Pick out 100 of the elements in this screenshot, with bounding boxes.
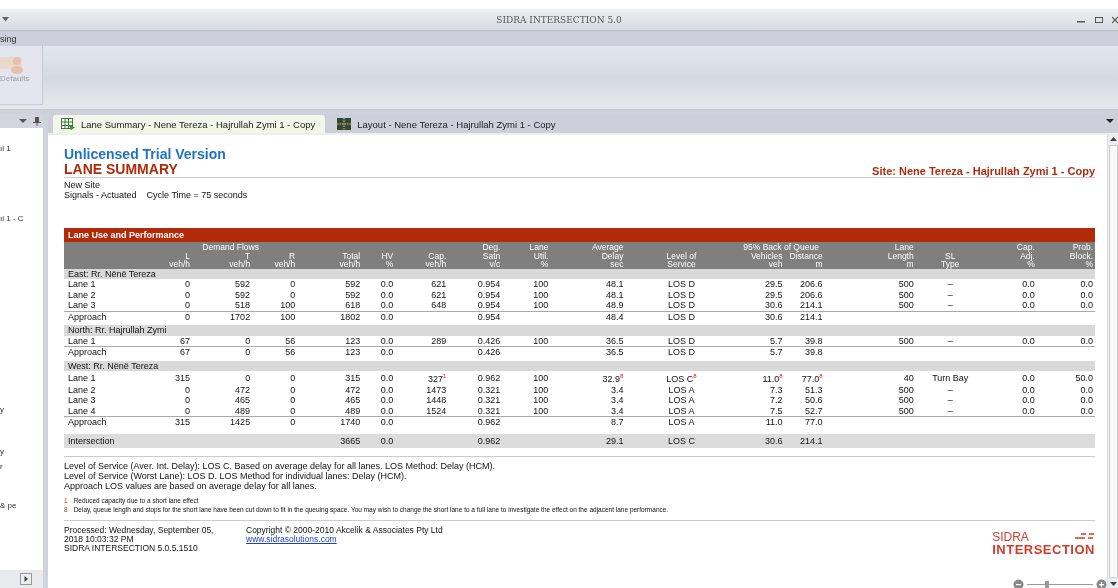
table-cell: 500 xyxy=(898,395,914,405)
table-cell: LOS A xyxy=(668,417,695,427)
table-cell: 0.0 xyxy=(380,405,394,416)
table-cell: 0.0 xyxy=(380,384,394,395)
table-cell: 0.0 xyxy=(1080,289,1093,300)
table-cell: 0.0 xyxy=(1080,279,1093,289)
row-label: Approach xyxy=(68,417,107,427)
table-cell: 40 xyxy=(903,372,914,383)
column-header: SL Type xyxy=(941,250,960,269)
table-cell: 48.4 xyxy=(605,311,624,322)
dropdown-arrow-icon[interactable] xyxy=(1106,118,1114,124)
version-text: SIDRA INTERSECTION 5.0.5.1510 xyxy=(64,543,199,553)
website-link[interactable]: www.sidrasolutions.com xyxy=(246,534,443,544)
table-cell: 0.0 xyxy=(1080,335,1093,346)
close-icon[interactable] xyxy=(1112,15,1118,24)
table-cell: 0.0 xyxy=(380,372,394,383)
dropdown-arrow-icon[interactable] xyxy=(2,17,9,22)
zoom-in-icon[interactable] xyxy=(1096,579,1107,588)
table-cell: 56 xyxy=(285,347,296,357)
scroll-right-icon[interactable] xyxy=(20,573,32,585)
scroll-up-icon[interactable] xyxy=(1108,135,1118,143)
table-cell: 315 xyxy=(175,372,191,383)
trial-version-heading: Unlicensed Trial Version xyxy=(64,146,226,162)
table-cell: LOS D xyxy=(668,311,695,322)
table-cell: 500 xyxy=(898,384,914,395)
table-cell: 67 xyxy=(180,347,191,357)
column-header: Cap. veh/h xyxy=(425,250,447,269)
road-layout-icon xyxy=(337,118,352,130)
table-cell: 0.954 xyxy=(477,289,501,300)
table-cell: – xyxy=(947,395,953,405)
table-cell: 0.0 xyxy=(380,335,394,346)
column-group-header: 95% Back of Queue xyxy=(743,242,819,252)
table-cell: LOS A xyxy=(668,384,695,395)
table-cell: 48.9 xyxy=(605,300,624,310)
table-cell: – xyxy=(947,279,953,289)
table-cell: 1740 xyxy=(340,417,361,427)
table-cell: 0.0 xyxy=(1022,335,1035,346)
table-cell: 0 xyxy=(185,384,191,395)
table-cell: 0.0 xyxy=(1080,395,1093,405)
column-header: HV % xyxy=(381,250,394,269)
table-cell: 621 xyxy=(431,279,447,289)
copyright-text: Copyright © 2000-2010 Akcelik & Associates Pty Ltd xyxy=(246,525,443,535)
table-cell: 0 xyxy=(290,417,296,427)
table-cell: 618 xyxy=(345,300,361,310)
pin-icon[interactable] xyxy=(33,116,41,126)
table-cell: 0 xyxy=(185,289,191,300)
table-cell: LOS A xyxy=(668,405,695,416)
table-cell: 0.426 xyxy=(477,347,501,357)
scroll-down-icon[interactable] xyxy=(1108,580,1118,588)
table-cell: 77.0$^{8}$ xyxy=(801,374,823,384)
table-cell: 0.0 xyxy=(1022,279,1035,289)
table-cell: 0.954 xyxy=(477,300,501,310)
zoom-out-icon[interactable] xyxy=(1013,579,1024,588)
scrollbar[interactable] xyxy=(1107,135,1118,588)
zoom-slider[interactable] xyxy=(1027,581,1093,588)
tree-item[interactable]: ıi 1 xyxy=(0,144,11,153)
window-title: SIDRA INTERSECTION 5.0 xyxy=(496,14,622,25)
table-cell: 327$^{1}$ xyxy=(427,374,447,384)
column-header: Vehicles veh xyxy=(750,250,783,269)
signal-type: Signals - Actuated xyxy=(64,190,137,200)
table-cell: 0.954 xyxy=(477,279,501,289)
row-label: Lane 4 xyxy=(68,405,96,416)
tree-item[interactable]: y xyxy=(0,447,4,456)
table-cell: 29.5 xyxy=(765,289,783,300)
column-header: Distance m xyxy=(789,250,823,269)
table-cell: 0.0 xyxy=(380,395,394,405)
table-cell: 315 xyxy=(175,417,191,427)
table-cell: 100 xyxy=(533,300,549,310)
table-cell: LOS D xyxy=(668,300,695,310)
tree-item[interactable]: & pe xyxy=(0,501,17,510)
table-cell: 7.2 xyxy=(770,395,783,405)
column-header: Lane Length m xyxy=(887,242,914,269)
table-cell: 0.0 xyxy=(380,435,394,446)
table-cell: LOS D xyxy=(668,289,695,300)
table-cell: 1425 xyxy=(230,417,251,427)
table-cell: – xyxy=(947,405,953,416)
document-tab[interactable]: Layout - Nene Tereza - Hajrullah Zymi 1 - Copy xyxy=(329,115,566,133)
row-label: Lane 1 xyxy=(68,335,96,346)
table-cell: 518 xyxy=(235,300,251,310)
table-cell: 0 xyxy=(245,335,251,346)
table-cell: 29.1 xyxy=(605,435,624,446)
table-cell: 100 xyxy=(533,405,549,416)
table-cell: 489 xyxy=(235,405,251,416)
table-cell: 56 xyxy=(285,335,296,346)
table-cell: 100 xyxy=(280,311,296,322)
sidra-logo: SIDRA INTERSECTION xyxy=(992,531,1095,556)
maximize-icon[interactable] xyxy=(1094,15,1104,24)
table-cell: 0.0 xyxy=(380,289,394,300)
menu-item[interactable]: sing xyxy=(0,33,17,44)
table-cell: 100 xyxy=(533,335,549,346)
dropdown-arrow-icon[interactable] xyxy=(19,118,27,124)
tree-item[interactable]: y xyxy=(0,405,4,414)
tree-item[interactable]: ıi 1 - C xyxy=(0,214,24,223)
table-cell: 1473 xyxy=(426,384,447,395)
table-cell: 500 xyxy=(898,279,914,289)
tree-item[interactable]: r xyxy=(0,462,3,471)
table-cell: 100 xyxy=(533,372,549,383)
table-cell: 0.954 xyxy=(477,311,501,322)
document-tab[interactable]: Lane Summary - Nene Tereza - Hajrullah Zymi 1 - Copy xyxy=(53,115,326,133)
table-cell: 0.0 xyxy=(1080,384,1093,395)
